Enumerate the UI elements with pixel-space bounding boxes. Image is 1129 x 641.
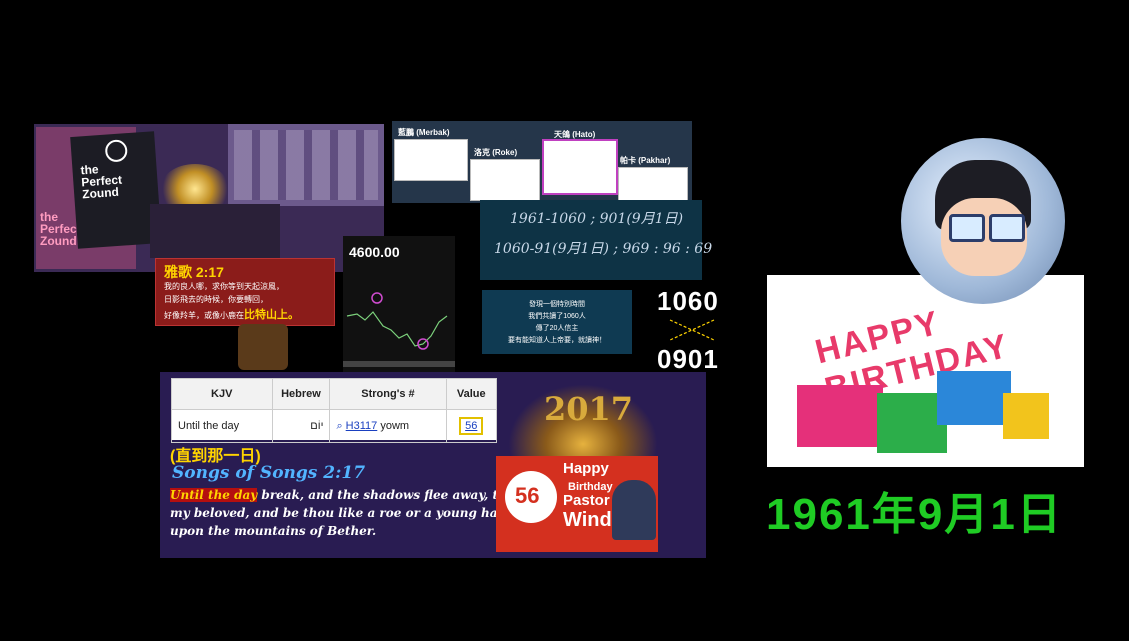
msg-line: 要有能知道人上帝要，就讀神！ [508,337,606,344]
col-header: Strong's # [329,378,447,410]
typhoon-screenshot: 藍鵬 (Merbak) 洛克 (Roke) 天鴿 (Hato) 帕卡 (Pakh… [392,121,692,203]
stock-value: 4600.00 [349,244,400,260]
song-highlight: 比特山上。 [244,309,299,321]
slide-canvas: the Perfect Zound the Perfect Zound 雅歌 2… [0,0,1129,641]
song-line: 好像羚羊，或像小鹿在比特山上。 [164,309,299,322]
song-title: 雅歌 2:17 [164,264,224,280]
stock-chart: 4600.00 [343,236,455,372]
strongs-cell: ⌕ H3117 yowm [329,409,447,443]
hand-line: 1961-1060 ; 901(9月1日) [510,211,684,227]
banner-word: Happy [563,460,609,477]
strongs-word: yowm [380,419,410,432]
year-text: 2017 [544,390,634,428]
verse-line: Until the day break, and the shadows fle… [170,486,526,504]
banner-word: Pastor [563,492,610,509]
note-block [150,204,280,258]
logo-circle-icon [104,139,129,163]
glasses-icon [989,214,1025,242]
coin-image [238,324,288,370]
cover-text: Zound [40,234,77,248]
msg-line: 發現一個特別時間 [529,301,585,308]
stock-line-icon [343,292,455,367]
verse-reference: Songs of Songs 2:17 [172,463,366,483]
cartoon-avatar [612,480,656,540]
verse-highlight: Until the day [170,488,258,502]
gift-box [937,371,1011,425]
msg-line: 傳了20人信主 [535,325,579,332]
tab-label: 洛克 (Roke) [474,148,518,157]
value-link[interactable]: 56 [459,417,484,435]
strongs-table: KJV Hebrew Strong's # Value Until the da… [171,378,497,443]
gift-box [797,385,883,447]
badge-circle: 56 [505,471,557,523]
search-icon: ⌕ [336,419,343,432]
swap-arrows-icon [669,319,715,341]
glasses-icon [949,214,985,242]
hand-line: 1060-91(9月1日) ; 969 : 96 : 69 [494,241,713,257]
verse-text: break, and the shadows flee away, turn, [257,488,527,502]
message-panel: 發現一個特別時間 我們共讀了1060人 傳了20人信主 要有能知道人上帝要，就讀… [482,290,632,354]
tab-label: 帕卡 (Pakhar) [620,156,671,165]
col-header: KJV [171,378,273,410]
handwriting-panel: 1961-1060 ; 901(9月1日) 1060-91(9月1日) ; 96… [480,200,712,280]
strongs-link[interactable]: H3117 [346,420,378,432]
tab-thumb [618,167,688,203]
banner-word: Wind [563,509,612,531]
kjv-cell: Until the day [171,409,273,443]
verse-line: my beloved, and be thou like a roe or a … [170,506,510,520]
value-cell: 56 [445,409,497,443]
cover-text: Zound [81,184,120,202]
verse-line: upon the mountains of Bether. [170,524,377,538]
gift-box [1003,393,1049,439]
song-line-text: 好像羚羊，或像小鹿在 [164,311,244,320]
tab-thumb [394,139,468,181]
birthday-cake-photo: HAPPY BIRTHDAY [767,275,1084,467]
song-line: 我的良人哪，求你等到天起涼風， [164,282,284,291]
group-photo-grid [228,124,384,206]
tab-label: 藍鵬 (Merbak) [398,128,450,137]
avatar-bubble [901,138,1065,304]
song-line: 日影飛去的時候，你要轉回， [164,295,268,304]
hebrew-cell: יוֹם [271,409,331,443]
table-row: Until the day יוֹם ⌕ H3117 yowm 56 [171,409,497,443]
number-top: 1060 [657,286,719,316]
col-header: Hebrew [271,378,331,410]
badge-number: 56 [515,483,540,508]
number-bottom: 0901 [657,344,719,374]
tab-thumb [470,159,540,201]
book-cover-dark: the Perfect Zound [70,131,162,249]
col-header: Value [445,378,497,410]
date-text: 1961年9月1日 [766,490,1063,539]
msg-line: 我們共讀了1060人 [528,313,586,320]
song-verse-card: 雅歌 2:17 我的良人哪，求你等到天起涼風， 日影飛去的時候，你要轉回， 好像… [155,258,335,326]
tab-thumb [542,139,618,195]
